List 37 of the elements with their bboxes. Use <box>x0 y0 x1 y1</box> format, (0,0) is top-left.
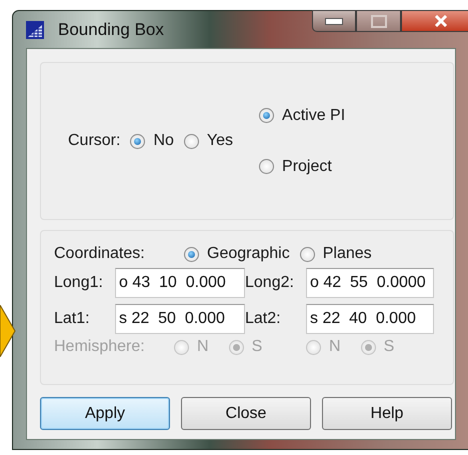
radio-button[interactable] <box>130 134 146 148</box>
radio-label: N <box>329 338 341 356</box>
app-icon <box>26 20 44 38</box>
radio-button[interactable] <box>184 246 199 262</box>
dialog-button[interactable]: Close <box>181 397 311 430</box>
minimize-button[interactable] <box>312 10 356 32</box>
radio-button[interactable] <box>259 159 274 174</box>
coordinate-field[interactable]: s 22 50 0.000 <box>115 304 245 334</box>
radio-label[interactable]: No <box>153 132 174 150</box>
radio-label[interactable]: Planes <box>322 245 372 263</box>
radio-label: N <box>197 338 209 356</box>
maximize-button[interactable] <box>356 10 401 32</box>
pointer-arrow-icon <box>0 305 16 357</box>
coordinate-field[interactable]: o 42 55 0.0000 <box>306 268 434 298</box>
coordinates-label: Coordinates: <box>54 245 146 263</box>
radio-label: S <box>252 338 262 356</box>
radio-button[interactable] <box>184 134 199 148</box>
field-label: Lat1: <box>54 310 91 328</box>
dialog-button[interactable]: Help <box>322 397 452 430</box>
field-label: Long1: <box>54 274 104 292</box>
close-icon[interactable] <box>434 15 448 27</box>
field-label: Lat2: <box>245 310 282 328</box>
field-label: Long2: <box>245 274 295 292</box>
coordinate-field[interactable]: s 22 40 0.000 <box>306 304 434 334</box>
hemisphere-label: Hemisphere: <box>54 338 146 356</box>
radio-label[interactable]: Yes <box>206 132 234 150</box>
dialog-button[interactable]: Apply <box>40 397 170 430</box>
radio-label[interactable]: Active PI <box>282 106 346 124</box>
window-title: Bounding Box <box>58 20 164 40</box>
radio-label[interactable]: Geographic <box>207 245 290 263</box>
close-button[interactable] <box>401 10 468 32</box>
radio-label[interactable]: Project <box>282 158 332 176</box>
radio-button[interactable] <box>300 246 315 262</box>
radio-label: S <box>384 338 394 356</box>
radio-button[interactable] <box>259 108 274 123</box>
coordinate-field[interactable]: o 43 10 0.000 <box>115 268 245 298</box>
cursor-label: Cursor: <box>68 132 120 150</box>
